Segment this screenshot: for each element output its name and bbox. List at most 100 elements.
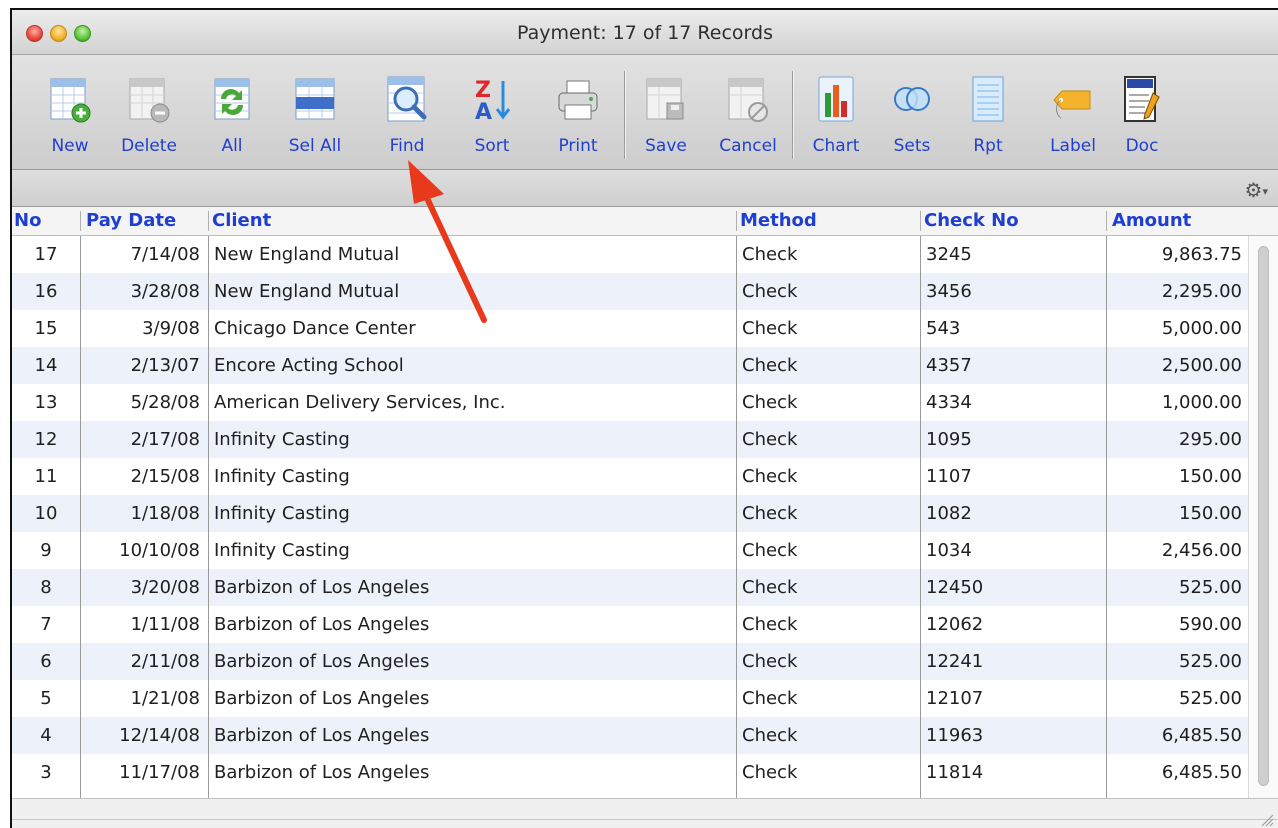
client-cell[interactable]: Barbizon of Los Angeles [208,643,736,680]
client-cell[interactable]: Barbizon of Los Angeles [208,569,736,606]
table-row[interactable]: 8 3/20/08 Barbizon of Los Angeles Check 1245… [12,569,1248,606]
record-number[interactable]: 15 [12,310,80,347]
amount-cell[interactable]: 525.00 [1106,643,1248,680]
check-no-cell[interactable]: 1082 [920,495,1106,532]
record-number[interactable]: 14 [12,347,80,384]
amount-cell[interactable]: 590.00 [1106,606,1248,643]
method-cell[interactable]: Check [736,532,920,569]
pay-date-cell[interactable]: 7/14/08 [80,236,208,273]
method-cell[interactable]: Check [736,273,920,310]
pay-date-cell[interactable]: 5/28/08 [80,384,208,421]
pay-date-cell[interactable]: 1/11/08 [80,606,208,643]
client-cell[interactable]: Barbizon of Los Angeles [208,680,736,717]
check-no-cell[interactable]: 12450 [920,569,1106,606]
amount-cell[interactable]: 150.00 [1106,495,1248,532]
print-button[interactable]: Print [548,73,608,156]
pay-date-cell[interactable]: 2/11/08 [80,643,208,680]
client-cell[interactable]: Infinity Casting [208,532,736,569]
client-cell[interactable]: Encore Acting School [208,347,736,384]
method-cell[interactable]: Check [736,458,920,495]
record-number[interactable]: 11 [12,458,80,495]
record-number[interactable]: 9 [12,532,80,569]
pay-date-cell[interactable]: 2/13/07 [80,347,208,384]
pay-date-cell[interactable]: 11/17/08 [80,754,208,791]
record-number[interactable]: 7 [12,606,80,643]
amount-cell[interactable]: 525.00 [1106,569,1248,606]
client-cell[interactable]: Chicago Dance Center [208,310,736,347]
check-no-cell[interactable]: 12062 [920,606,1106,643]
method-cell[interactable]: Check [736,569,920,606]
vertical-scrollbar[interactable] [1248,236,1278,798]
amount-cell[interactable]: 150.00 [1106,458,1248,495]
delete-button[interactable]: Delete [118,73,180,156]
table-row[interactable]: 15 3/9/08 Chicago Dance Center Check 543 5,00… [12,310,1248,347]
pay-date-cell[interactable]: 3/20/08 [80,569,208,606]
pay-date-cell[interactable]: 1/21/08 [80,680,208,717]
resize-grip-icon[interactable] [1258,811,1274,827]
table-row[interactable]: 13 5/28/08 American Delivery Services, Inc… [12,384,1248,421]
client-cell[interactable]: New England Mutual [208,236,736,273]
sets-button[interactable]: Sets [886,73,938,156]
method-cell[interactable]: Check [736,680,920,717]
report-button[interactable]: Rpt [964,73,1012,156]
method-cell[interactable]: Check [736,421,920,458]
chart-button[interactable]: Chart [808,73,864,156]
check-no-cell[interactable]: 11963 [920,717,1106,754]
pay-date-cell[interactable]: 2/17/08 [80,421,208,458]
find-button[interactable]: Find [374,73,440,156]
check-no-cell[interactable]: 3245 [920,236,1106,273]
amount-cell[interactable]: 2,456.00 [1106,532,1248,569]
record-number[interactable]: 3 [12,754,80,791]
check-no-cell[interactable]: 11814 [920,754,1106,791]
method-cell[interactable]: Check [736,606,920,643]
cancel-button[interactable]: Cancel [712,73,784,156]
table-row[interactable]: 3 11/17/08 Barbizon of Los Angeles Check 118… [12,754,1248,791]
amount-cell[interactable]: 525.00 [1106,680,1248,717]
check-no-cell[interactable]: 1034 [920,532,1106,569]
scrollbar-thumb[interactable] [1258,246,1269,786]
column-header-amount[interactable]: Amount [1110,207,1248,235]
table-row[interactable]: 9 10/10/08 Infinity Casting Check 1034 2,456.… [12,532,1248,569]
table-row[interactable]: 7 1/11/08 Barbizon of Los Angeles Check 1206… [12,606,1248,643]
column-header-check-no[interactable]: Check No [922,207,1108,235]
table-row[interactable]: 6 2/11/08 Barbizon of Los Angeles Check 1224… [12,643,1248,680]
client-cell[interactable]: New England Mutual [208,273,736,310]
table-row[interactable]: 17 7/14/08 New England Mutual Check 3245 9,86… [12,236,1248,273]
amount-cell[interactable]: 295.00 [1106,421,1248,458]
check-no-cell[interactable]: 3456 [920,273,1106,310]
table-row[interactable]: 16 3/28/08 New England Mutual Check 3456 2,29… [12,273,1248,310]
client-cell[interactable]: Infinity Casting [208,421,736,458]
check-no-cell[interactable]: 12107 [920,680,1106,717]
all-button[interactable]: All [208,73,256,156]
pay-date-cell[interactable]: 3/9/08 [80,310,208,347]
table-row[interactable]: 5 1/21/08 Barbizon of Los Angeles Check 1210… [12,680,1248,717]
check-no-cell[interactable]: 4357 [920,347,1106,384]
method-cell[interactable]: Check [736,643,920,680]
client-cell[interactable]: Barbizon of Los Angeles [208,717,736,754]
sort-button[interactable]: Z A Sort [462,73,522,156]
check-no-cell[interactable]: 543 [920,310,1106,347]
check-no-cell[interactable]: 1095 [920,421,1106,458]
record-number[interactable]: 12 [12,421,80,458]
amount-cell[interactable]: 6,485.50 [1106,754,1248,791]
select-all-button[interactable]: Sel All [280,73,350,156]
record-number[interactable]: 6 [12,643,80,680]
method-cell[interactable]: Check [736,717,920,754]
record-number[interactable]: 5 [12,680,80,717]
record-number[interactable]: 10 [12,495,80,532]
amount-cell[interactable]: 2,500.00 [1106,347,1248,384]
record-number[interactable]: 8 [12,569,80,606]
save-button[interactable]: Save [638,73,694,156]
doc-button[interactable]: Doc [1116,73,1168,156]
method-cell[interactable]: Check [736,347,920,384]
check-no-cell[interactable]: 4334 [920,384,1106,421]
client-cell[interactable]: Barbizon of Los Angeles [208,606,736,643]
column-header-no[interactable]: No [12,207,80,235]
pay-date-cell[interactable]: 10/10/08 [80,532,208,569]
table-row[interactable]: 10 1/18/08 Infinity Casting Check 1082 150.00 [12,495,1248,532]
table-row[interactable]: 4 12/14/08 Barbizon of Los Angeles Check 119… [12,717,1248,754]
client-cell[interactable]: American Delivery Services, Inc. [208,384,736,421]
table-row[interactable]: 14 2/13/07 Encore Acting School Check 4357 2,… [12,347,1248,384]
table-row[interactable]: 12 2/17/08 Infinity Casting Check 1095 295.00 [12,421,1248,458]
check-no-cell[interactable]: 1107 [920,458,1106,495]
